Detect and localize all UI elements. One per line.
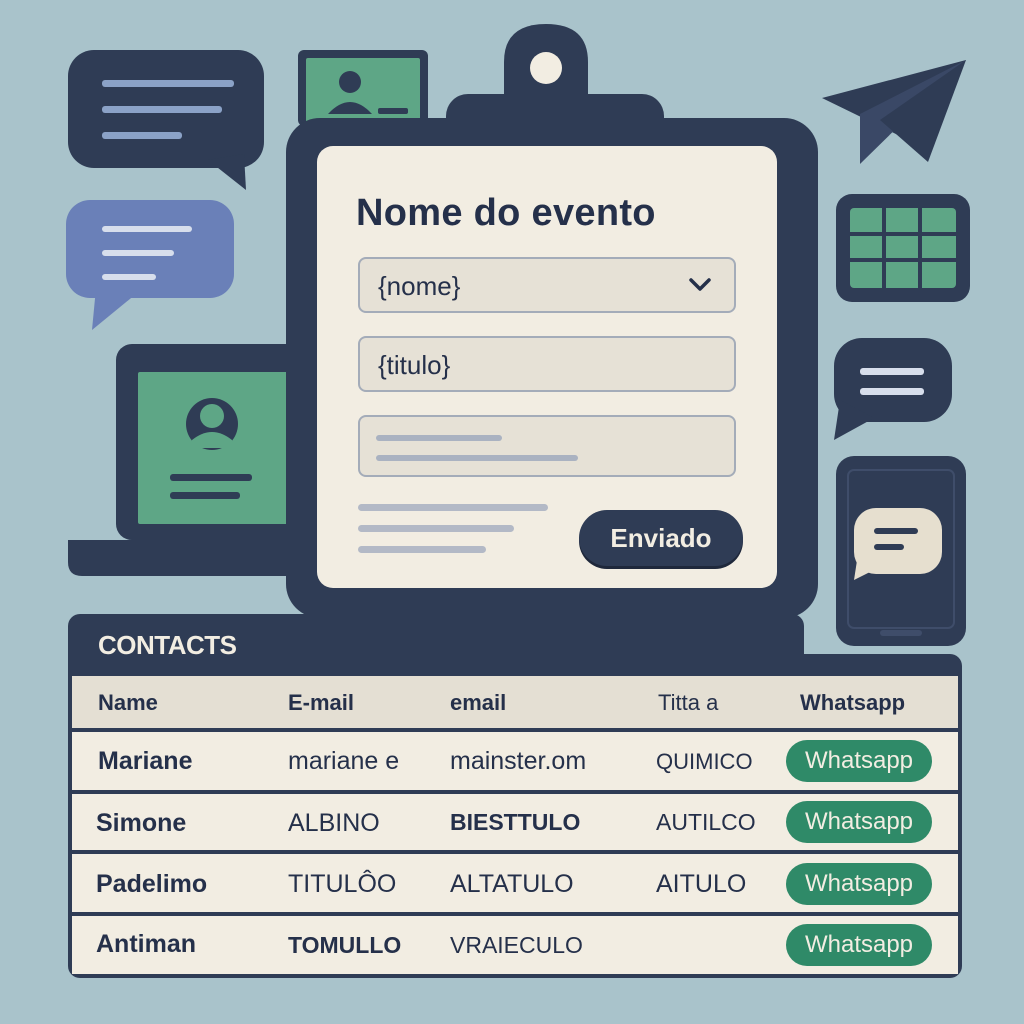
title-input[interactable]: {titulo} [358, 336, 736, 392]
cell-email-2: ALTATULO [450, 870, 574, 898]
table-row: Antiman TOMULLO VRAIECULO Whatsapp [72, 916, 958, 974]
form-title: Nome do evento [356, 192, 656, 234]
cell-email-2: mainster.om [450, 747, 587, 775]
whatsapp-button[interactable]: Whatsapp [786, 801, 932, 843]
chevron-down-icon [689, 278, 711, 291]
column-header-name: Name [98, 690, 158, 715]
spreadsheet-icon [836, 194, 970, 302]
column-header-email: E-mail [288, 690, 355, 715]
table-row: Simone ALBINO BIESTTULO AUTILCO Whatsapp [72, 794, 958, 850]
whatsapp-button[interactable]: Whatsapp [786, 924, 932, 966]
cell-email: ALBINO [288, 809, 380, 837]
cell-email: TITULÔO [288, 870, 397, 898]
paper-plane-icon [822, 60, 966, 164]
title-input-value: {titulo} [378, 350, 451, 380]
cell-title: AITULO [656, 870, 747, 898]
form-note-line [358, 525, 514, 532]
whatsapp-button[interactable]: Whatsapp [786, 863, 932, 905]
cell-name: Simone [96, 809, 187, 837]
table-row: Mariane mariane e mainster.om QUIMICO Wh… [72, 732, 958, 790]
column-header-email-2: email [450, 690, 507, 715]
message-textarea[interactable] [358, 415, 736, 477]
cell-name: Antiman [96, 930, 196, 958]
form-note-line [358, 546, 486, 553]
id-card-icon [298, 50, 428, 126]
textarea-placeholder-line [376, 455, 578, 461]
chat-bubble-icon [68, 50, 264, 190]
textarea-placeholder-line [376, 435, 502, 441]
contacts-title: CONTACTS [98, 630, 237, 660]
cell-title: QUIMICO [656, 749, 753, 774]
whatsapp-button[interactable]: Whatsapp [786, 740, 932, 782]
column-header-title: Titta a [658, 690, 719, 715]
cell-title: AUTILCO [656, 809, 756, 835]
name-dropdown[interactable]: {nome} [358, 257, 736, 313]
cell-email-2: BIESTTULO [450, 809, 581, 835]
cell-name: Mariane [98, 747, 193, 775]
cell-name: Padelimo [96, 870, 208, 898]
chat-bubble-icon [66, 200, 234, 330]
form-note-line [358, 504, 548, 511]
table-header-row: Name E-mail email Titta a Whatsapp [72, 676, 958, 728]
name-dropdown-value: {nome} [378, 271, 461, 301]
cell-email: mariane e [288, 747, 400, 775]
column-header-whatsapp: Whatsapp [800, 690, 906, 715]
smartphone-icon [836, 456, 966, 646]
table-row: Padelimo TITULÔO ALTATULO AITULO Whatsap… [72, 854, 958, 912]
laptop-icon [68, 344, 304, 576]
send-button[interactable]: Enviado [579, 510, 743, 566]
chat-bubble-icon [834, 338, 952, 440]
cell-email-2: VRAIECULO [450, 932, 583, 958]
cell-email: TOMULLO [288, 932, 402, 958]
